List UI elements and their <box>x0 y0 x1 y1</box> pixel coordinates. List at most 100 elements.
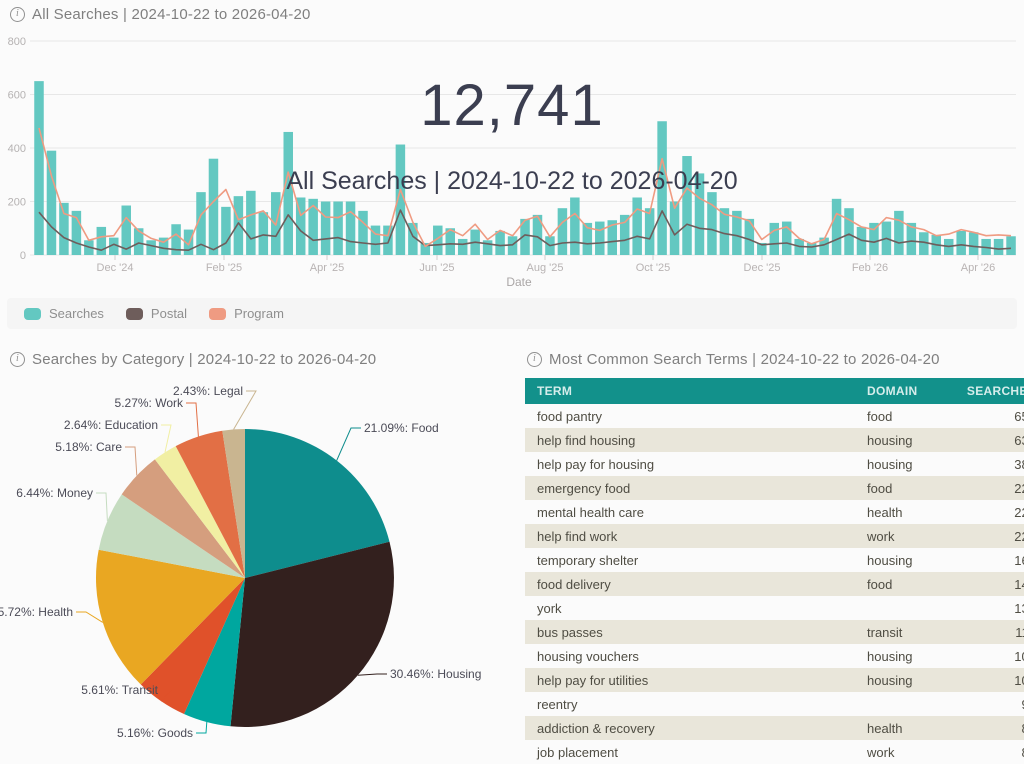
searches-swatch-icon <box>24 308 41 320</box>
panel-title-text: Searches by Category | 2024-10-22 to 202… <box>32 351 376 368</box>
searches-bar[interactable] <box>832 199 842 255</box>
pie-slice-label: 6.44%: Money <box>16 486 93 500</box>
pie-label-leader <box>186 403 198 437</box>
y-tick-label: 400 <box>8 143 26 155</box>
searches-bar[interactable] <box>682 156 692 255</box>
searches-bar[interactable] <box>234 196 244 255</box>
table-row: job placementwork83 <box>525 740 1024 764</box>
x-tick-label: Apr '26 <box>961 262 996 274</box>
info-icon[interactable]: i <box>10 352 25 367</box>
searches-bar[interactable] <box>844 208 854 255</box>
searches-bar[interactable] <box>209 159 219 255</box>
searches-bar[interactable] <box>483 240 493 255</box>
searches-bar[interactable] <box>59 203 68 255</box>
searches-cell: 632 <box>957 428 1024 452</box>
postal-swatch-icon <box>126 308 143 320</box>
table-header-row: TERM DOMAIN SEARCHES <box>525 378 1024 404</box>
searches-bar[interactable] <box>969 232 979 255</box>
term-cell: temporary shelter <box>525 548 867 572</box>
domain-cell: health <box>867 500 957 524</box>
searches-bar[interactable] <box>657 121 667 255</box>
pie-slice-label: 30.46%: Housing <box>390 667 481 681</box>
term-cell: reentry <box>525 692 867 716</box>
pie-label-leader <box>196 722 207 733</box>
table-row: housing vouchershousing109 <box>525 644 1024 668</box>
y-tick-label: 800 <box>8 36 26 48</box>
searches-bar[interactable] <box>259 212 269 255</box>
domain-cell: food <box>867 572 957 596</box>
searches-bar[interactable] <box>707 192 717 255</box>
searches-bar[interactable] <box>458 239 468 255</box>
searches-bar[interactable] <box>358 211 368 255</box>
table-row: addiction & recoveryhealth87 <box>525 716 1024 740</box>
legend-item-program[interactable]: Program <box>209 306 284 321</box>
searches-cell: 145 <box>957 572 1024 596</box>
searches-bar[interactable] <box>869 223 879 255</box>
searches-bar[interactable] <box>495 231 505 255</box>
legend-item-postal[interactable]: Postal <box>126 306 187 321</box>
term-cell: help find work <box>525 524 867 548</box>
domain-cell: housing <box>867 428 957 452</box>
domain-cell: work <box>867 740 957 764</box>
legend-item-searches[interactable]: Searches <box>24 306 104 321</box>
table-row: food pantryfood652 <box>525 404 1024 428</box>
searches-cell: 104 <box>957 668 1024 692</box>
table-row: food deliveryfood145 <box>525 572 1024 596</box>
searches-bar[interactable] <box>894 211 904 255</box>
table-row: york139 <box>525 596 1024 620</box>
legend-label: Searches <box>49 306 104 321</box>
searches-bar[interactable] <box>146 240 156 255</box>
pie-slice-label: 5.27%: Work <box>115 396 184 410</box>
pie-label-leader <box>358 674 387 675</box>
domain-cell <box>867 596 957 620</box>
table-row: help find housinghousing632 <box>525 428 1024 452</box>
pie-slice-label: 15.72%: Health <box>0 605 73 619</box>
x-tick-label: Oct '25 <box>636 262 671 274</box>
info-icon[interactable]: i <box>527 352 542 367</box>
searches-bar[interactable] <box>246 191 256 255</box>
searches-bar[interactable] <box>333 202 343 256</box>
pie-label-leader <box>125 447 137 476</box>
searches-bar[interactable] <box>807 243 817 255</box>
domain-cell: housing <box>867 644 957 668</box>
term-cell: help pay for housing <box>525 452 867 476</box>
searches-bar[interactable] <box>632 197 642 255</box>
x-tick-label: Jun '25 <box>419 262 454 274</box>
column-header-term[interactable]: TERM <box>525 378 867 404</box>
searches-bar[interactable] <box>1006 236 1016 255</box>
term-cell: food pantry <box>525 404 867 428</box>
searches-bar[interactable] <box>346 202 356 256</box>
searches-bar[interactable] <box>221 207 231 255</box>
term-cell: job placement <box>525 740 867 764</box>
searches-bar[interactable] <box>321 202 331 256</box>
column-header-domain[interactable]: DOMAIN <box>867 378 957 404</box>
searches-bar[interactable] <box>47 151 57 255</box>
searches-bar[interactable] <box>695 173 705 255</box>
searches-bar[interactable] <box>383 226 393 255</box>
table-row: bus passestransit119 <box>525 620 1024 644</box>
searches-bar[interactable] <box>620 215 630 255</box>
pie-label-leader <box>161 425 171 452</box>
searches-bar[interactable] <box>558 208 568 255</box>
searches-bar[interactable] <box>283 132 293 255</box>
domain-cell: health <box>867 716 957 740</box>
panel-title-text: Most Common Search Terms | 2024-10-22 to… <box>549 351 940 368</box>
term-cell: help find housing <box>525 428 867 452</box>
searches-bar[interactable] <box>770 223 780 255</box>
searches-bar[interactable] <box>570 197 580 255</box>
domain-cell: housing <box>867 452 957 476</box>
pie-slice-label: 2.43%: Legal <box>173 384 243 398</box>
searches-bar[interactable] <box>34 81 44 255</box>
column-header-searches[interactable]: SEARCHES <box>957 378 1024 404</box>
searches-bar[interactable] <box>994 239 1004 255</box>
x-tick-label: Feb '25 <box>206 262 242 274</box>
pie-label-leader <box>337 428 361 461</box>
pie-slice-label: 2.64%: Education <box>64 418 158 432</box>
searches-cell: 97 <box>957 692 1024 716</box>
searches-bar[interactable] <box>956 231 966 255</box>
domain-cell <box>867 692 957 716</box>
searches-bar[interactable] <box>595 222 605 255</box>
searches-cell: 229 <box>957 500 1024 524</box>
table-row: help pay for utilitieshousing104 <box>525 668 1024 692</box>
searches-bar[interactable] <box>745 219 755 255</box>
